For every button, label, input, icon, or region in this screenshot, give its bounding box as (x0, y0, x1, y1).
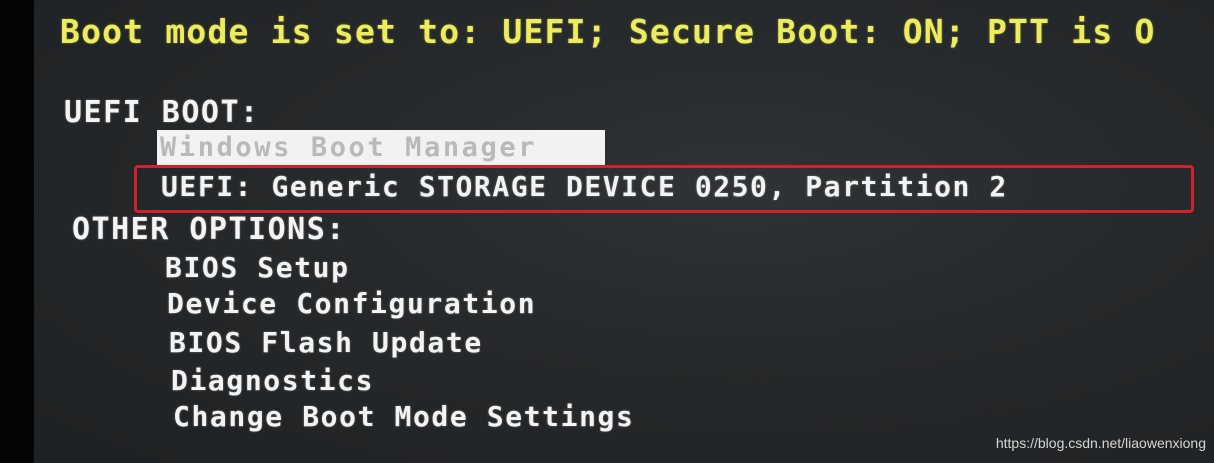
boot-option-windows-boot-manager[interactable]: Windows Boot Manager (157, 130, 605, 166)
uefi-boot-heading: UEFI BOOT: (64, 95, 260, 130)
menu-item-bios-flash-update[interactable]: BIOS Flash Update (169, 326, 483, 359)
menu-item-diagnostics[interactable]: Diagnostics (171, 364, 374, 397)
boot-menu-screen: Boot mode is set to: UEFI; Secure Boot: … (34, 0, 1214, 463)
menu-item-bios-setup[interactable]: BIOS Setup (165, 251, 350, 284)
photo-frame: Boot mode is set to: UEFI; Secure Boot: … (0, 0, 1214, 463)
menu-item-device-configuration[interactable]: Device Configuration (167, 287, 536, 320)
boot-status-line: Boot mode is set to: UEFI; Secure Boot: … (60, 12, 1156, 51)
other-options-heading: OTHER OPTIONS: (72, 212, 346, 247)
menu-item-change-boot-mode-settings[interactable]: Change Boot Mode Settings (173, 400, 634, 433)
monitor-bezel (0, 0, 34, 463)
annotation-highlight-box (134, 165, 1194, 213)
watermark-text: https://blog.csdn.net/liaowenxiong (995, 435, 1206, 451)
